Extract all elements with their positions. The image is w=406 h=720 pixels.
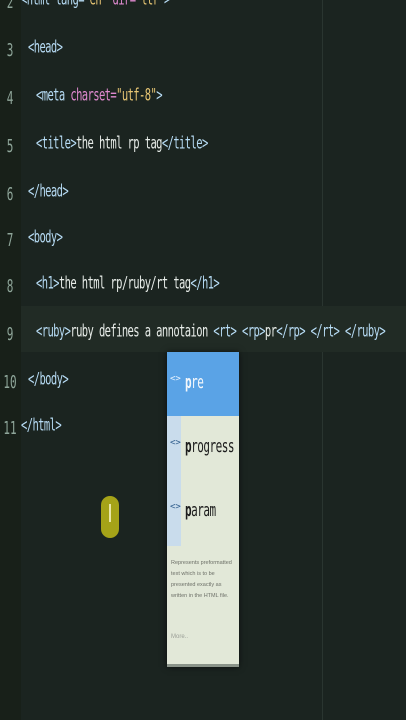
code-line[interactable]: <html lang="en" dir="ltr"> [21,0,170,9]
code-line[interactable]: <ruby>ruby defines a annotaion <rt> <rp>… [36,322,386,342]
line-number: 2 [6,0,14,13]
code-line[interactable]: <body> [28,228,63,248]
line-number: 5 [6,136,14,157]
autocomplete-description: Represents preformatted text which is to… [171,560,232,599]
line-number: 10 [3,372,17,393]
line-number: 4 [6,88,14,109]
line-number: 7 [6,230,14,251]
code-token: </html> [21,416,62,436]
touch-indicator [101,496,119,538]
code-token: > [164,0,170,9]
code-line[interactable]: </head> [28,182,69,202]
code-token: <rt> <rp> [213,322,265,342]
line-number: 8 [6,276,14,297]
code-token: <ruby> [36,322,71,342]
code-token: "en" [84,0,107,9]
code-token: <title> [36,134,77,154]
autocomplete-rest-text: rogress [191,436,234,457]
code-token: <head> [28,38,63,58]
autocomplete-item-label: param [185,500,216,521]
line-number: 6 [6,184,14,205]
tag-icon: <> [170,502,181,512]
code-token: </title> [161,134,208,154]
code-token: "utf-8" [116,86,157,106]
tag-icon: <> [170,438,181,448]
code-token: </head> [28,182,69,202]
code-token: > [156,86,162,106]
code-line[interactable]: <h1>the html rp/ruby/rt tag</h1> [36,274,220,294]
autocomplete-more-link[interactable]: More.. [171,634,188,640]
code-token: <h1> [36,274,59,294]
code-token: "ltr" [135,0,164,9]
line-number: 11 [3,418,17,439]
autocomplete-item[interactable]: <> progress [167,416,239,480]
print-margin-ruler [322,0,323,720]
code-token: the html rp tag [76,134,162,154]
autocomplete-item[interactable]: <> param [167,480,239,544]
code-token: pr [264,322,277,342]
line-number: 3 [6,40,14,61]
code-line[interactable]: <meta charset="utf-8"> [36,86,162,105]
line-number: 9 [6,324,14,345]
autocomplete-item[interactable]: <> pre [167,352,239,416]
tag-icon: <> [170,374,181,384]
code-token: the html rp/ruby/rt tag [58,274,191,294]
autocomplete-rest-text: re [191,372,204,393]
code-token: </body> [28,370,69,390]
code-token: </rp> </rt> </ruby> [276,322,386,342]
code-token: <body> [28,228,63,248]
autocomplete-popup: <> pre <> progress <> param Represents prefor… [167,352,239,667]
code-line[interactable]: <head> [28,38,63,58]
code-token: ruby defines a annotaion [70,322,214,342]
code-line[interactable]: </html> [21,416,62,436]
code-token: <html lang= [21,0,85,9]
autocomplete-rest-text: aram [191,500,216,521]
autocomplete-item-label: progress [185,436,234,457]
code-token: charset= [70,86,117,106]
code-token: </h1> [190,274,220,294]
code-line[interactable]: <title>the html rp tag</title> [36,134,208,153]
autocomplete-item-label: pre [185,372,204,393]
code-line[interactable]: </body> [28,370,69,390]
code-token: <meta [36,86,71,106]
code-token: dir= [107,0,136,9]
